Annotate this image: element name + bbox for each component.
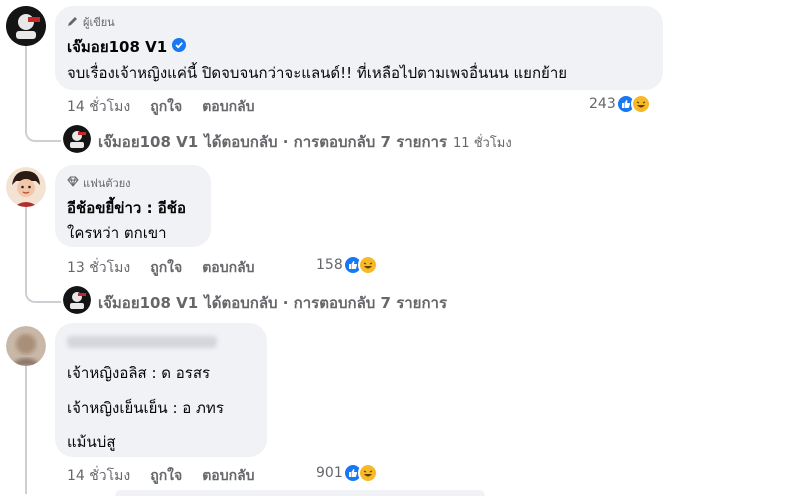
author-badge: ผู้เขียน <box>67 13 115 31</box>
reaction-count: 901 <box>316 465 343 481</box>
reaction-count: 158 <box>316 257 343 273</box>
comment-text-line-2: ใครหว่า ตกเขา <box>67 224 167 242</box>
author-name-blurred[interactable] <box>67 336 217 348</box>
comment-text: จบเรื่องเจ้าหญิงแค่นี้ ปิดจบจนกว่าจะแลนด… <box>67 64 568 82</box>
comment-text-line-3: แม้นบ่สู <box>67 433 116 451</box>
avatar[interactable] <box>6 326 46 366</box>
comment-actions: 13 ชั่วโมง ถูกใจ ตอบกลับ <box>67 257 255 279</box>
like-button[interactable]: ถูกใจ <box>150 465 182 487</box>
comment-actions: 14 ชั่วโมง ถูกใจ ตอบกลับ <box>67 465 255 487</box>
comment-time[interactable]: 13 ชั่วโมง <box>67 257 130 279</box>
reply-time: 11 ชั่วโมง <box>453 135 512 151</box>
comment-time[interactable]: 14 ชั่วโมง <box>67 96 130 118</box>
diamond-icon <box>67 176 79 190</box>
reaction-count: 243 <box>589 96 616 112</box>
thread-line <box>25 365 27 494</box>
comment-time[interactable]: 14 ชั่วโมง <box>67 465 130 487</box>
reply-author: เจ๊มอย108 V1 <box>98 133 199 151</box>
reply-button[interactable]: ตอบกลับ <box>202 465 254 487</box>
reply-count-text: ได้ตอบกลับ · การตอบกลับ 7 รายการ <box>204 133 448 151</box>
reply-button[interactable]: ตอบกลับ <box>202 257 254 279</box>
reply-author: เจ๊มอย108 V1 <box>98 294 199 312</box>
haha-reaction-icon <box>357 463 378 483</box>
avatar[interactable] <box>6 6 46 46</box>
reply-avatar[interactable] <box>63 125 91 153</box>
pen-icon <box>67 15 79 30</box>
badge-label: แฟนตัวยง <box>83 177 131 190</box>
like-button[interactable]: ถูกใจ <box>150 257 182 279</box>
like-button[interactable]: ถูกใจ <box>150 96 182 118</box>
reply-count-text: ได้ตอบกลับ · การตอบกลับ 7 รายการ <box>204 294 448 312</box>
view-replies-link[interactable]: เจ๊มอย108 V1 ได้ตอบกลับ · การตอบกลับ 7 ร… <box>98 291 447 315</box>
fan-badge: แฟนตัวยง <box>67 174 131 192</box>
haha-reaction-icon <box>630 94 651 114</box>
reaction-summary[interactable]: 158 <box>316 255 378 275</box>
reaction-summary[interactable]: 901 <box>316 463 378 483</box>
comment-text-line-2: เจ้าหญิงเย็นเย็น : อ ภทร <box>67 399 224 417</box>
avatar[interactable] <box>6 167 46 207</box>
view-replies-link[interactable]: เจ๊มอย108 V1 ได้ตอบกลับ · การตอบกลับ 7 ร… <box>98 130 512 154</box>
reaction-summary[interactable]: 243 <box>589 94 651 114</box>
comment-actions: 14 ชั่วโมง ถูกใจ ตอบกลับ <box>67 96 255 118</box>
comment-text-line-1: อีช้อขยี้ข่าว : อีช้อ <box>67 199 186 217</box>
badge-label: ผู้เขียน <box>83 16 115 29</box>
verified-icon <box>172 38 187 56</box>
comment-author[interactable]: เจ๊มอย108 V1 <box>67 35 187 59</box>
reply-avatar[interactable] <box>63 286 91 314</box>
reply-button[interactable]: ตอบกลับ <box>202 96 254 118</box>
haha-reaction-icon <box>357 255 378 275</box>
author-name[interactable]: เจ๊มอย108 V1 <box>67 35 167 59</box>
comment-text-line-1: เจ้าหญิงอลิส : ด อรสร <box>67 364 211 382</box>
next-comment-edge <box>115 490 485 496</box>
